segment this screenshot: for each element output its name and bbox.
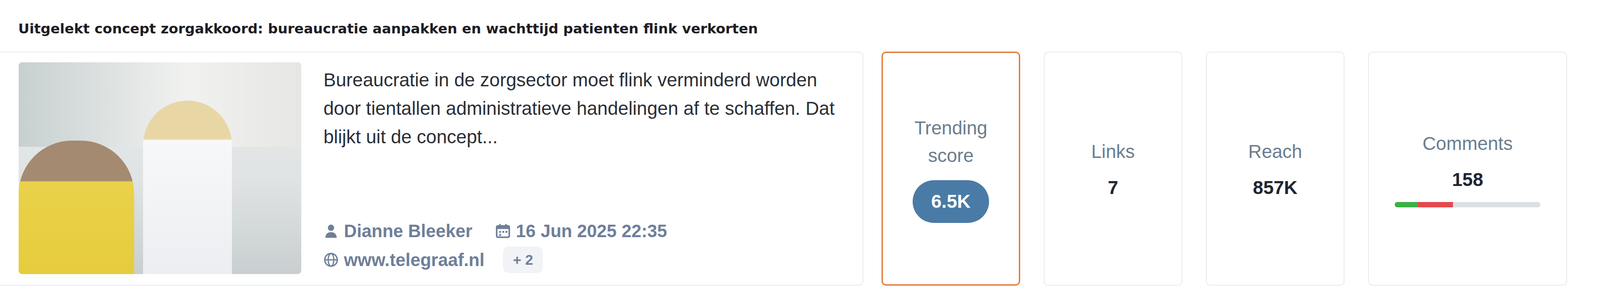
article-title[interactable]: Uitgelekt concept zorgakkoord: bureaucra…: [0, 18, 1600, 39]
publish-date: 16 Jun 2025 22:35: [495, 217, 667, 244]
sentiment-bar: [1394, 201, 1541, 208]
author[interactable]: Dianne Bleeker: [323, 217, 473, 244]
user-icon: [323, 223, 339, 239]
stat-label: Reach: [1248, 137, 1302, 166]
article-row: Uitgelekt concept zorgakkoord: bureaucra…: [0, 0, 1600, 303]
stat-label: Links: [1091, 137, 1135, 166]
more-sources-chip[interactable]: + 2: [502, 246, 543, 273]
stat-label: Trending score: [891, 114, 1010, 170]
article-card[interactable]: Bureaucratie in de zorgsector moet flink…: [0, 51, 864, 286]
source-link[interactable]: www.telegraaf.nl: [323, 246, 485, 273]
stat-card[interactable]: Reach 857K: [1205, 51, 1345, 286]
calendar-icon: [495, 223, 511, 239]
article-photo: [18, 62, 302, 274]
stat-card[interactable]: Links 7: [1043, 51, 1183, 286]
stat-card[interactable]: Comments 158: [1368, 51, 1568, 286]
stat-value: 857K: [1252, 175, 1298, 200]
stat-card[interactable]: Trending score 6.5K: [881, 51, 1021, 286]
trending-badge: 6.5K: [912, 179, 990, 223]
stat-value: 158: [1452, 167, 1484, 192]
article-summary: Bureaucratie in de zorgsector moet flink…: [323, 65, 845, 152]
globe-icon: [323, 251, 339, 268]
stat-value: 7: [1107, 175, 1118, 200]
stat-label: Comments: [1422, 129, 1513, 158]
